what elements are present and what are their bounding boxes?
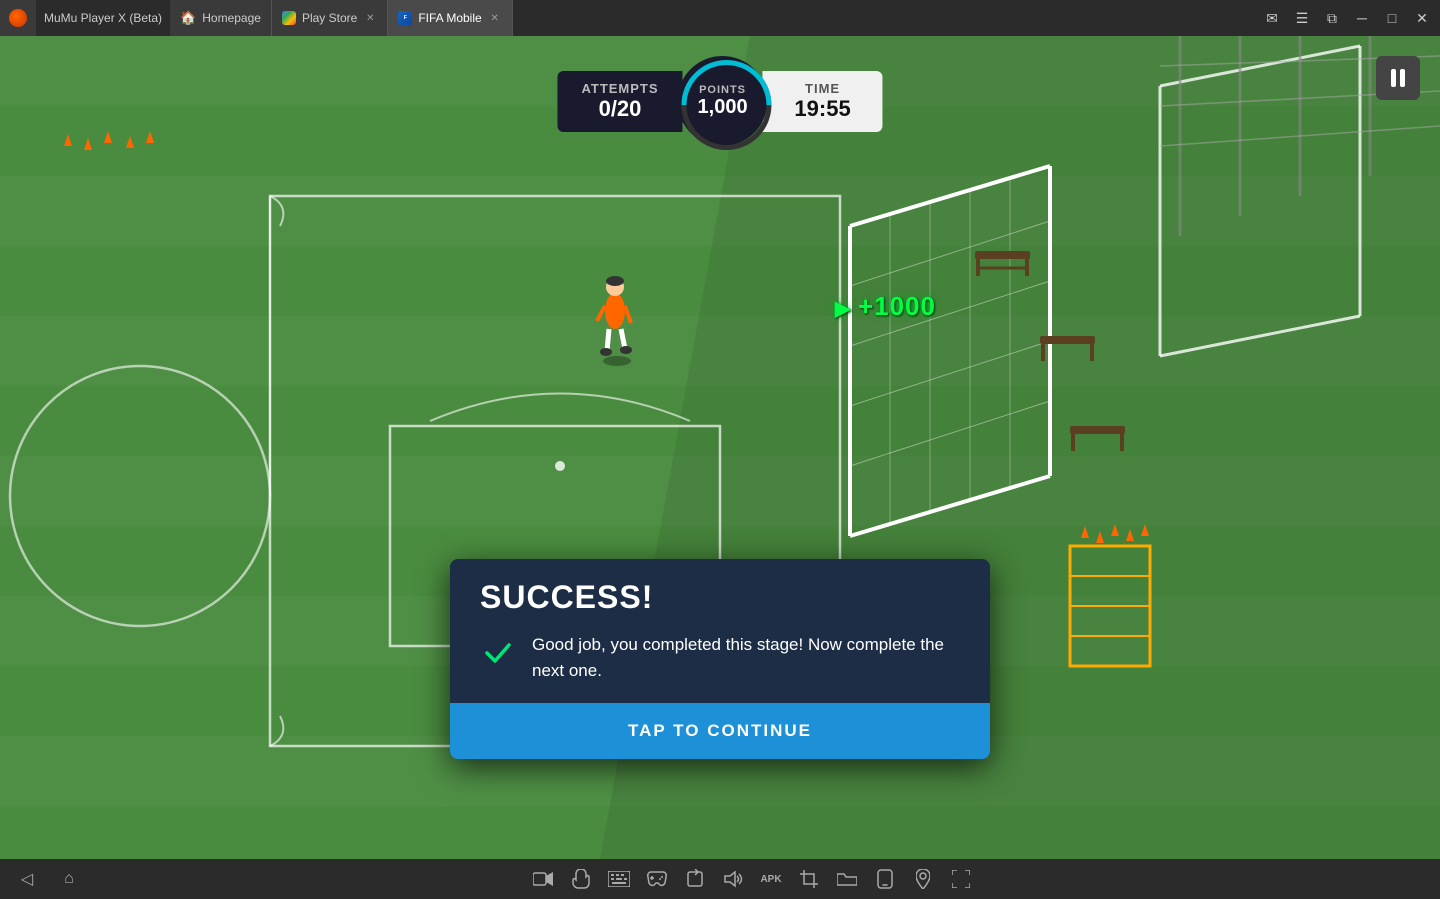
maximize-button[interactable]: □ xyxy=(1378,4,1406,32)
video-camera-button[interactable] xyxy=(532,868,554,890)
close-playstore-button[interactable]: ✕ xyxy=(363,11,377,25)
playstore-icon xyxy=(282,11,296,25)
hud-time-panel: TIME 19:55 xyxy=(763,71,883,132)
restore-button[interactable]: ⧉ xyxy=(1318,4,1346,32)
touch-button[interactable] xyxy=(570,868,592,890)
screen-rotate-button[interactable] xyxy=(684,868,706,890)
game-viewport: ATTEMPTS 0/20 POINTS 1,000 TIME 19:55 +1… xyxy=(0,36,1440,859)
attempts-value: 0/20 xyxy=(599,96,642,122)
taskbar: ◁ ⌂ APK xyxy=(0,859,1440,899)
gamepad-button[interactable] xyxy=(646,868,668,890)
pause-icon xyxy=(1391,69,1405,87)
taskbar-left: ◁ ⌂ xyxy=(16,868,80,890)
tab-fifa-label: FIFA Mobile xyxy=(418,11,481,25)
phone-button[interactable] xyxy=(874,868,896,890)
back-arrow-button[interactable]: ◁ xyxy=(16,868,38,890)
tab-homepage-label: Homepage xyxy=(202,11,261,25)
minimize-button[interactable]: ─ xyxy=(1348,4,1376,32)
menu-button[interactable]: ☰ xyxy=(1288,4,1316,32)
keyboard-button[interactable] xyxy=(608,868,630,890)
home-icon: 🏠 xyxy=(180,10,196,26)
location-button[interactable] xyxy=(912,868,934,890)
app-title: MuMu Player X (Beta) xyxy=(36,11,170,25)
close-button[interactable]: ✕ xyxy=(1408,4,1436,32)
fullscreen-button[interactable] xyxy=(950,868,972,890)
tab-playstore[interactable]: Play Store ✕ xyxy=(272,0,388,36)
mail-button[interactable]: ✉ xyxy=(1258,4,1286,32)
app-icon xyxy=(0,0,36,36)
volume-button[interactable] xyxy=(722,868,744,890)
success-body: Good job, you completed this stage! Now … xyxy=(450,624,990,703)
home-button[interactable]: ⌂ xyxy=(58,868,80,890)
close-fifa-button[interactable]: ✕ xyxy=(488,11,502,25)
fifa-icon: F xyxy=(398,11,412,25)
window-controls: ✉ ☰ ⧉ ─ □ ✕ xyxy=(1258,4,1440,32)
check-icon xyxy=(480,634,516,670)
success-header: SUCCESS! xyxy=(450,559,990,624)
apk-button[interactable]: APK xyxy=(760,868,782,890)
time-label: TIME xyxy=(805,81,840,96)
tab-playstore-label: Play Store xyxy=(302,11,357,25)
titlebar: MuMu Player X (Beta) 🏠 Homepage Play Sto… xyxy=(0,0,1440,36)
folder-button[interactable] xyxy=(836,868,858,890)
hud-attempts-panel: ATTEMPTS 0/20 xyxy=(557,71,682,132)
hud: ATTEMPTS 0/20 POINTS 1,000 TIME 19:55 xyxy=(557,56,882,146)
crop-button[interactable] xyxy=(798,868,820,890)
tab-homepage[interactable]: 🏠 Homepage xyxy=(170,0,272,36)
attempts-label: ATTEMPTS xyxy=(581,81,658,96)
tap-continue-button[interactable]: TAP TO CONTINUE xyxy=(450,703,990,759)
success-message: Good job, you completed this stage! Now … xyxy=(532,632,960,683)
tab-fifa[interactable]: F FIFA Mobile ✕ xyxy=(388,0,512,36)
hud-points-panel: POINTS 1,000 xyxy=(678,56,768,146)
taskbar-center: APK xyxy=(532,868,972,890)
pause-button[interactable] xyxy=(1376,56,1420,100)
success-dialog: SUCCESS! Good job, you completed this st… xyxy=(450,559,990,759)
time-value: 19:55 xyxy=(794,96,850,122)
success-title: SUCCESS! xyxy=(480,579,960,616)
